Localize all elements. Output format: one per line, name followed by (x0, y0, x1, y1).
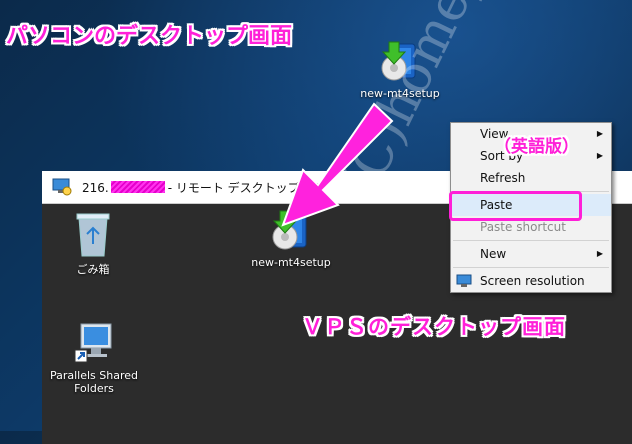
annotation-arrow (281, 102, 394, 227)
vps-desktop-annotation: ＶＰＳのデスクトップ画面 (302, 315, 566, 339)
pc-desktop-annotation: パソコンのデスクトップ画面 (6, 24, 293, 49)
english-version-annotation: （英語版） (494, 137, 579, 157)
